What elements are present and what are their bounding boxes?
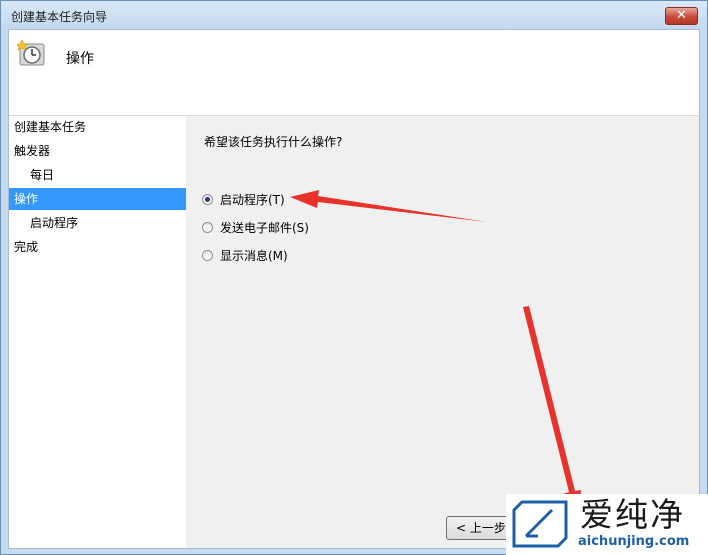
arrow-to-next — [523, 306, 581, 520]
annotation-arrows — [290, 190, 581, 520]
watermark: 爱纯净 aichunjing.com — [506, 494, 708, 555]
watermark-name: 爱纯净 — [580, 495, 685, 534]
aichunjing-logo-icon — [512, 500, 568, 548]
arrow-to-start-program — [290, 190, 487, 222]
watermark-url: aichunjing.com — [578, 534, 690, 549]
